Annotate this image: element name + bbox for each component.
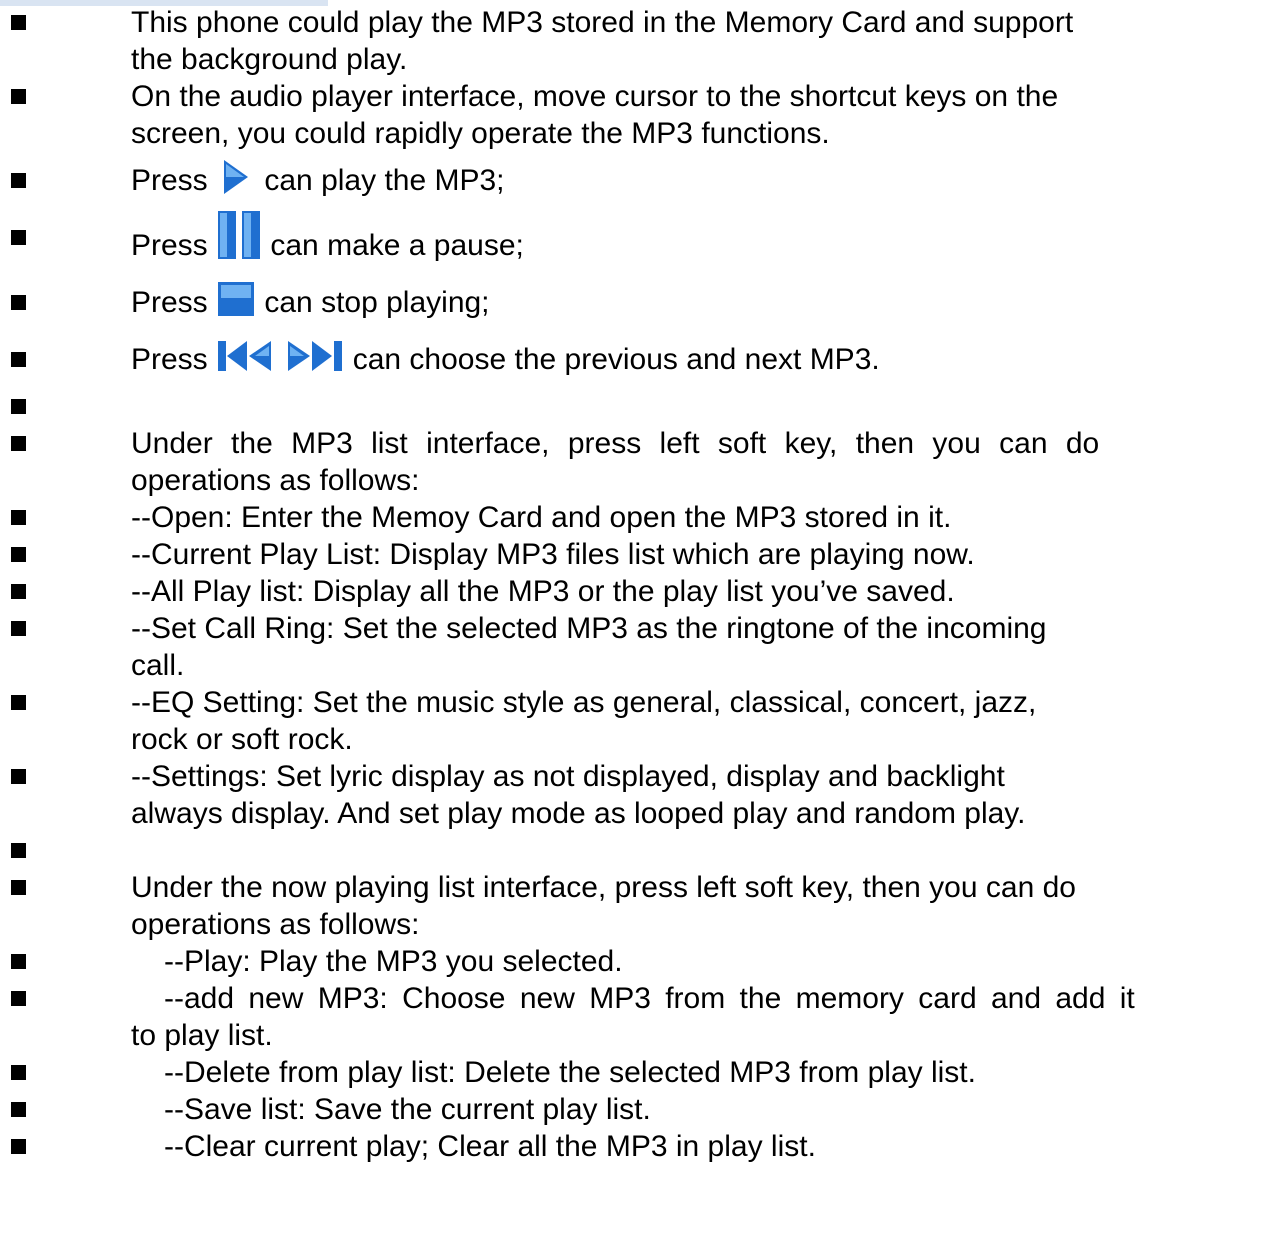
bullet-icon [11, 695, 26, 710]
item-text-cont: to play list. [131, 1019, 273, 1052]
bullet-icon [11, 173, 26, 188]
press-label: Press [131, 229, 208, 262]
bullet-icon [11, 1065, 26, 1080]
item-text: can stop playing; [264, 286, 490, 319]
item-text-cont: screen, you could rapidly operate the MP… [131, 117, 830, 150]
stop-icon [218, 282, 255, 316]
item-text: can choose the previous and next MP3. [352, 343, 880, 376]
item-text: Under the MP3 list interface, press left… [131, 427, 1100, 460]
bullet-icon [11, 352, 26, 367]
item-text-cont: rock or soft rock. [131, 723, 353, 756]
list-item: Press can make a pause; [0, 209, 1274, 274]
list-item: --Save list: Save the current play list. [0, 1091, 1274, 1128]
list-item: --Current Play List: Display MP3 files l… [0, 536, 1274, 573]
empty-list-item [0, 832, 1274, 869]
play-icon [224, 160, 249, 194]
item-text-cont: the background play. [131, 43, 408, 76]
bullet-icon [11, 230, 26, 245]
bullet-icon [11, 399, 26, 414]
bullet-icon [11, 295, 26, 310]
bullet-icon [11, 880, 26, 895]
press-label: Press [131, 343, 208, 376]
list-item: --EQ Setting: Set the music style as gen… [0, 684, 1274, 758]
item-text: --Play: Play the MP3 you selected. [164, 945, 623, 978]
list-item: This phone could play the MP3 stored in … [0, 4, 1274, 78]
item-text: --Delete from play list: Delete the sele… [164, 1056, 976, 1089]
list-item: --Play: Play the MP3 you selected. [0, 943, 1274, 980]
item-text: --Set Call Ring: Set the selected MP3 as… [131, 612, 1047, 645]
list-item: --add new MP3: Choose new MP3 from the m… [0, 980, 1274, 1054]
empty-list-item [0, 388, 1274, 425]
list-item: --Delete from play list: Delete the sele… [0, 1054, 1274, 1091]
list-item: Press can stop playing; [0, 274, 1274, 331]
item-text: --Save list: Save the current play list. [164, 1093, 651, 1126]
bullet-icon [11, 991, 26, 1006]
press-label: Press [131, 164, 208, 197]
bullet-icon [11, 584, 26, 599]
item-text: --Clear current play; Clear all the MP3 … [164, 1130, 816, 1163]
bullet-icon [11, 954, 26, 969]
pause-icon [218, 211, 261, 259]
list-item: --Set Call Ring: Set the selected MP3 as… [0, 610, 1274, 684]
list-item: On the audio player interface, move curs… [0, 78, 1274, 152]
list-item: Under the MP3 list interface, press left… [0, 425, 1274, 499]
bullet-icon [11, 15, 26, 30]
item-text-cont: operations as follows: [131, 464, 420, 497]
list-item: Under the now playing list interface, pr… [0, 869, 1274, 943]
item-text: This phone could play the MP3 stored in … [131, 6, 1074, 39]
item-text: --Settings: Set lyric display as not dis… [131, 760, 1005, 793]
bullet-icon [11, 769, 26, 784]
item-text: --Open: Enter the Memoy Card and open th… [131, 501, 952, 534]
item-text: --All Play list: Display all the MP3 or … [131, 575, 955, 608]
bullet-icon [11, 547, 26, 562]
item-text-cont: call. [131, 649, 185, 682]
bullet-icon [11, 89, 26, 104]
bullet-icon [11, 510, 26, 525]
list-item: Press can choose the previous and next M… [0, 331, 1274, 388]
bullet-icon [11, 436, 26, 451]
list-item: --All Play list: Display all the MP3 or … [0, 573, 1274, 610]
press-label: Press [131, 286, 208, 319]
bullet-icon [11, 1102, 26, 1117]
item-text-cont: operations as follows: [131, 908, 420, 941]
list-item: --Open: Enter the Memoy Card and open th… [0, 499, 1274, 536]
list-item: Press can play the MP3; [0, 152, 1274, 209]
bullet-icon [11, 621, 26, 636]
item-text: --EQ Setting: Set the music style as gen… [131, 686, 1037, 719]
next-icon [288, 341, 343, 371]
item-text: Under the now playing list interface, pr… [131, 871, 1076, 904]
document-body: This phone could play the MP3 stored in … [0, 4, 1274, 1165]
list-item: --Clear current play; Clear all the MP3 … [0, 1128, 1274, 1165]
previous-icon [218, 341, 272, 371]
list-item: --Settings: Set lyric display as not dis… [0, 758, 1274, 832]
item-text: On the audio player interface, move curs… [131, 80, 1059, 113]
bullet-icon [11, 1139, 26, 1154]
item-text: can make a pause; [270, 229, 524, 262]
item-text: can play the MP3; [264, 164, 505, 197]
item-text: --Current Play List: Display MP3 files l… [131, 538, 975, 571]
bullet-icon [11, 843, 26, 858]
item-text-cont: always display. And set play mode as loo… [131, 797, 1026, 830]
item-text: --add new MP3: Choose new MP3 from the m… [164, 982, 1135, 1015]
